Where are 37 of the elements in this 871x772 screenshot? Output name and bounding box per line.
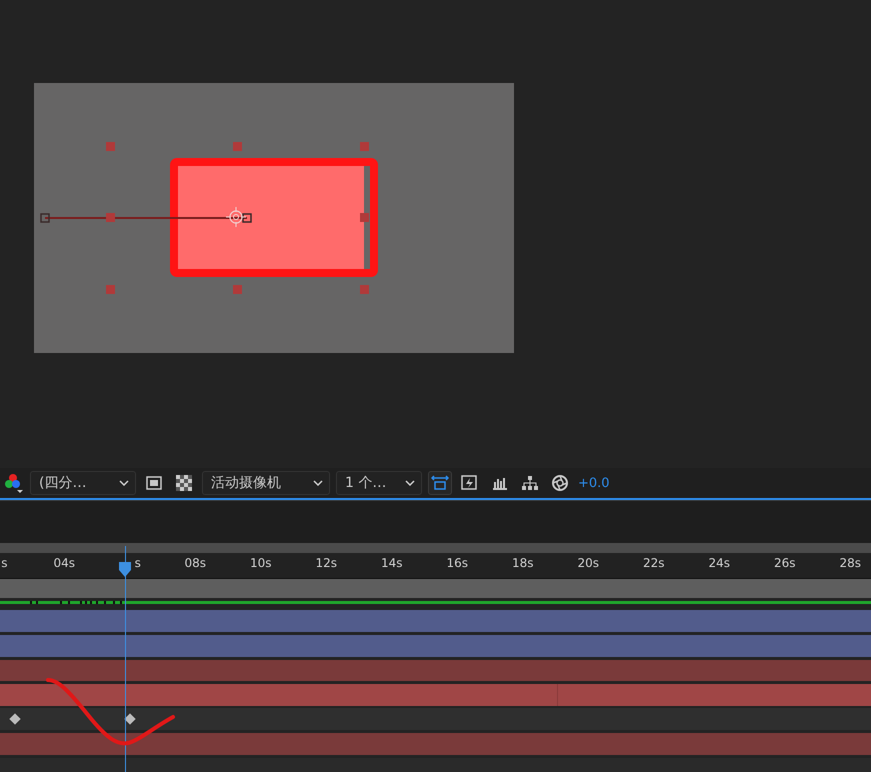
exposure-value: +0.0 bbox=[578, 476, 610, 491]
ruler-label: 26s bbox=[774, 556, 796, 570]
layer-bar[interactable] bbox=[0, 684, 871, 706]
hierarchy-icon bbox=[522, 476, 538, 490]
ruler-label: 28s bbox=[839, 556, 862, 570]
region-icon bbox=[146, 476, 162, 490]
chevron-down-icon bbox=[405, 480, 415, 486]
ruler-label: s bbox=[134, 556, 141, 570]
view-dropdown[interactable]: 活动摄像机 bbox=[202, 471, 330, 496]
chevron-down-icon bbox=[119, 480, 129, 486]
ruler-label: 20s bbox=[577, 556, 600, 570]
chevron-down-icon bbox=[313, 480, 323, 486]
ruler-label: 16s bbox=[446, 556, 468, 570]
toolbar-toggle[interactable] bbox=[428, 471, 452, 496]
playhead-handle-icon[interactable] bbox=[118, 560, 132, 578]
view-dropdown[interactable]: 1 个… bbox=[336, 471, 422, 496]
lightning-frame-icon bbox=[461, 475, 479, 492]
ruler-label: 04s bbox=[53, 556, 76, 570]
ruler-label: 14s bbox=[380, 556, 403, 570]
frame-arrows-icon bbox=[431, 475, 449, 492]
ruler-label: 10s bbox=[250, 556, 272, 570]
ruler-label: 08s bbox=[184, 556, 206, 570]
playhead-line[interactable] bbox=[125, 546, 126, 772]
aperture-icon bbox=[552, 475, 568, 492]
checkerboard-icon bbox=[176, 475, 192, 492]
layer-bar[interactable] bbox=[0, 634, 871, 657]
ruler-label: 18s bbox=[512, 556, 534, 570]
ruler-label: 22s bbox=[642, 556, 665, 570]
keyframe-icon[interactable] bbox=[124, 714, 136, 725]
ruler-label: 12s bbox=[315, 556, 338, 570]
ruler-label: 24s bbox=[708, 556, 730, 570]
layer-bar[interactable] bbox=[0, 610, 871, 632]
keyframe-icon[interactable] bbox=[9, 714, 20, 725]
view-dropdown[interactable]: (四分… bbox=[30, 471, 136, 496]
ruler-label: s bbox=[1, 556, 8, 570]
color-channels-icon[interactable] bbox=[2, 472, 24, 494]
bar-chart-icon bbox=[492, 476, 508, 490]
